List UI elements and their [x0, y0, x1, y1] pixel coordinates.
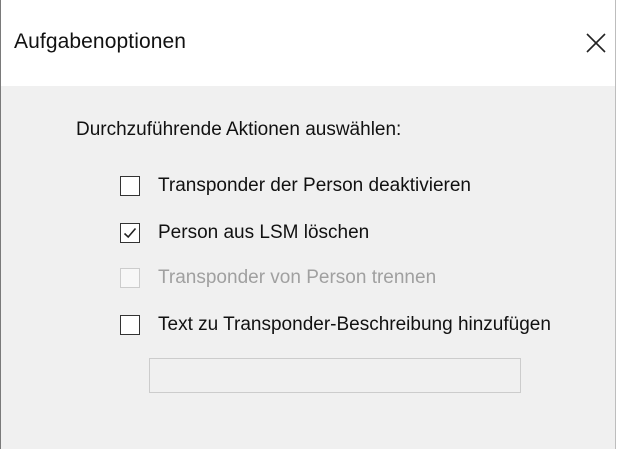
actions-heading: Durchzuführende Aktionen auswählen:	[76, 119, 402, 140]
checkmark-icon	[123, 227, 137, 239]
option-deactivate-transponder[interactable]: Transponder der Person deaktivieren	[120, 174, 471, 198]
task-options-dialog: Aufgabenoptionen Durchzuführende Aktione…	[0, 0, 616, 449]
window-title: Aufgabenoptionen	[14, 30, 187, 53]
checkbox-add-description-text[interactable]	[120, 315, 140, 335]
option-add-description-text[interactable]: Text zu Transponder-Beschreibung hinzufü…	[120, 313, 551, 337]
titlebar: Aufgabenoptionen	[1, 0, 615, 86]
checkbox-detach-transponder	[120, 268, 140, 288]
description-text-input	[149, 358, 521, 393]
option-label: Transponder von Person trennen	[158, 267, 437, 288]
checkbox-delete-person[interactable]	[120, 223, 140, 243]
close-button[interactable]	[581, 28, 611, 58]
option-label: Text zu Transponder-Beschreibung hinzufü…	[158, 314, 551, 335]
dialog-content: Durchzuführende Aktionen auswählen: Tran…	[1, 86, 615, 449]
option-delete-person[interactable]: Person aus LSM löschen	[120, 221, 369, 245]
option-label: Person aus LSM löschen	[158, 222, 370, 243]
option-detach-transponder: Transponder von Person trennen	[120, 266, 436, 290]
option-label: Transponder der Person deaktivieren	[158, 175, 471, 196]
checkbox-deactivate-transponder[interactable]	[120, 176, 140, 196]
close-icon	[586, 33, 606, 53]
